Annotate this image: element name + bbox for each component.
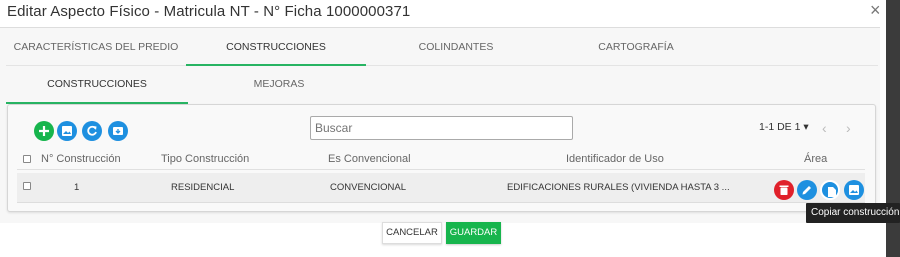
tab-caracteristicas[interactable]: CARACTERÍSTICAS DEL PREDIO	[6, 34, 186, 66]
tab-cartografia[interactable]: CARTOGRAFÍA	[546, 34, 726, 66]
close-icon[interactable]: ×	[870, 0, 881, 21]
edit-button[interactable]	[797, 180, 817, 200]
cell-numero: 1	[74, 182, 80, 193]
delete-button[interactable]	[774, 180, 794, 200]
tab-construcciones[interactable]: CONSTRUCCIONES	[186, 34, 366, 66]
table-row[interactable]: 1 RESIDENCIAL CONVENCIONAL EDIFICACIONES…	[17, 173, 865, 203]
delete-icon	[779, 185, 789, 195]
pagination-label: 1-1 DE 1	[759, 121, 801, 133]
table-header: N° Construcción Tipo Construcción Es Con…	[17, 150, 865, 170]
image-button[interactable]	[57, 121, 77, 141]
main-tabs: CARACTERÍSTICAS DEL PREDIO CONSTRUCCIONE…	[6, 34, 878, 66]
subtab-construcciones[interactable]: CONSTRUCCIONES	[6, 66, 188, 104]
search-input[interactable]	[310, 116, 573, 140]
copy-icon	[828, 187, 836, 197]
copy-tooltip: Copiar construcción	[806, 203, 900, 223]
column-header-uso[interactable]: Identificador de Uso	[566, 153, 664, 165]
row-image-button[interactable]	[844, 180, 864, 200]
prev-page-icon[interactable]: ‹	[822, 120, 827, 136]
subtab-mejoras[interactable]: MEJORAS	[188, 66, 370, 104]
column-header-tipo[interactable]: Tipo Construcción	[161, 153, 249, 165]
cell-tipo: RESIDENCIAL	[171, 182, 235, 193]
archive-icon	[113, 127, 123, 135]
edit-icon	[802, 186, 811, 195]
refresh-icon	[87, 125, 97, 136]
tab-colindantes[interactable]: COLINDANTES	[366, 34, 546, 66]
cell-convencional: CONVENCIONAL	[330, 182, 407, 193]
row-checkbox[interactable]	[23, 182, 31, 190]
edit-dialog: Editar Aspecto Físico - Matricula NT - N…	[0, 0, 900, 257]
pagination-range[interactable]: 1-1 DE 1 ▾	[759, 121, 809, 133]
archive-button[interactable]	[108, 121, 128, 141]
sub-tabs: CONSTRUCCIONES MEJORAS	[6, 66, 878, 104]
add-icon	[39, 126, 49, 136]
cancel-button[interactable]: CANCELAR	[382, 222, 442, 244]
column-header-convencional[interactable]: Es Convencional	[328, 153, 411, 165]
save-button[interactable]: GUARDAR	[446, 222, 501, 244]
select-all-checkbox[interactable]	[23, 155, 31, 163]
chevron-down-icon: ▾	[803, 121, 809, 133]
copy-button[interactable]	[820, 180, 840, 200]
cell-uso: EDIFICACIONES RURALES (VIVIENDA HASTA 3 …	[507, 182, 730, 193]
refresh-button[interactable]	[82, 121, 102, 141]
image-icon	[62, 126, 72, 136]
add-button[interactable]	[34, 121, 54, 141]
next-page-icon[interactable]: ›	[846, 120, 851, 136]
dialog-title: Editar Aspecto Físico - Matricula NT - N…	[7, 3, 411, 20]
image-icon	[849, 185, 859, 195]
column-header-area[interactable]: Área	[804, 153, 827, 165]
column-header-numero[interactable]: N° Construcción	[41, 153, 121, 165]
